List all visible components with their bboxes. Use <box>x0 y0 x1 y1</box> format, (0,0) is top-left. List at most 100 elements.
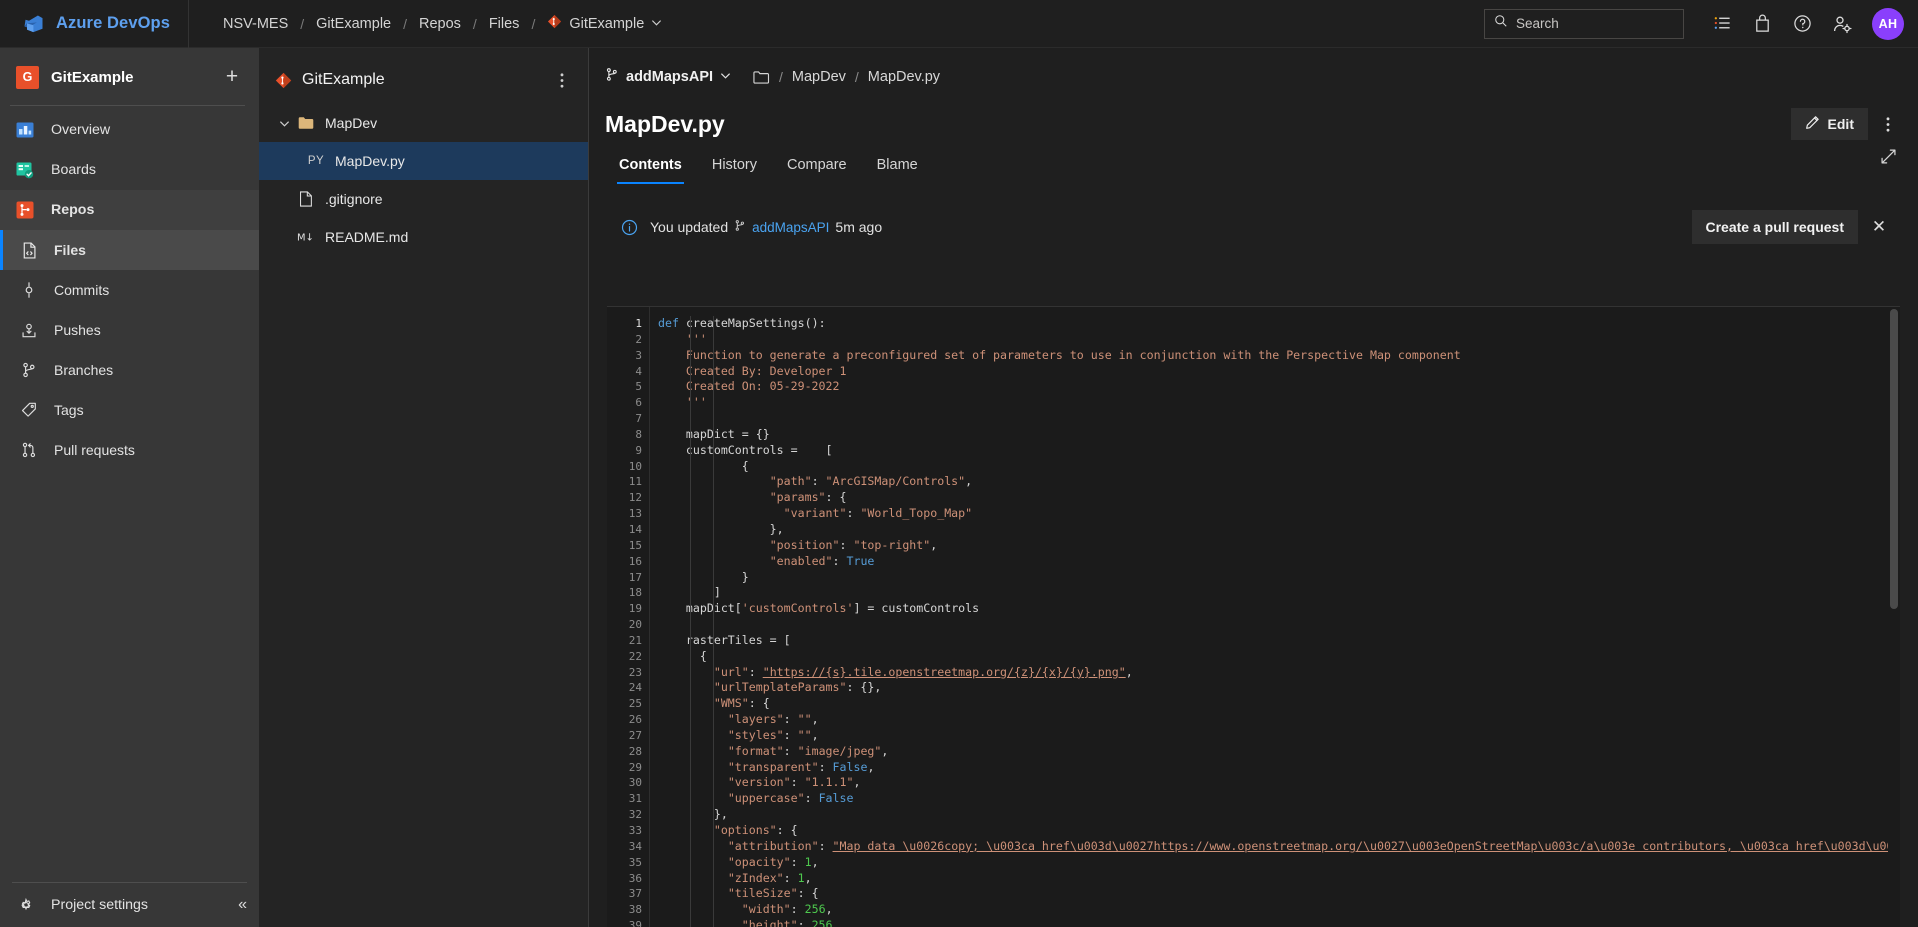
tree-item-file-mapdev-py[interactable]: PY MapDev.py <box>259 142 588 180</box>
folder-icon[interactable] <box>739 70 770 85</box>
path-crumb-mapdev-py[interactable]: MapDev.py <box>868 69 940 85</box>
add-new-button[interactable]: + <box>219 64 245 90</box>
svg-text:M↓: M↓ <box>297 233 314 244</box>
pencil-icon <box>1805 115 1820 133</box>
line-number: 17 <box>628 570 642 584</box>
branch-icon <box>734 219 746 235</box>
code-vertical-scrollbar[interactable] <box>1888 307 1900 927</box>
git-repo-icon <box>275 72 292 89</box>
breadcrumb-page-files[interactable]: Files <box>479 0 530 48</box>
line-number: 21 <box>628 633 642 647</box>
project-name[interactable]: GitExample <box>51 69 219 86</box>
sidebar-item-files[interactable]: Files <box>0 230 259 270</box>
create-pull-request-button[interactable]: Create a pull request <box>1691 210 1858 244</box>
file-actions: Edit <box>1790 108 1918 140</box>
path-separator: / <box>779 69 783 85</box>
marketplace-bag-icon[interactable] <box>1742 4 1782 44</box>
sidebar-item-pushes[interactable]: Pushes <box>0 310 259 350</box>
close-icon[interactable]: ✕ <box>1862 210 1896 244</box>
tab-contents[interactable]: Contents <box>605 149 696 184</box>
project-settings-label: Project settings <box>51 897 148 913</box>
tab-history[interactable]: History <box>698 149 771 184</box>
scrollbar-thumb[interactable] <box>1890 309 1898 609</box>
sidebar-item-commits[interactable]: Commits <box>0 270 259 310</box>
sidebar-item-label: Repos <box>51 202 95 218</box>
edit-button-label: Edit <box>1827 116 1854 132</box>
sidebar-item-tags[interactable]: Tags <box>0 390 259 430</box>
collapse-sidebar-button[interactable]: « <box>238 896 247 914</box>
notification-branch-link[interactable]: addMapsAPI <box>752 220 829 235</box>
line-number: 22 <box>628 649 642 663</box>
branch-selector[interactable]: addMapsAPI <box>597 63 739 91</box>
code-content[interactable]: def createMapSettings(): ''' Function to… <box>649 307 1900 927</box>
path-crumb-mapdev[interactable]: MapDev <box>792 69 846 85</box>
line-number: 19 <box>628 602 642 616</box>
sidebar-item-project-settings[interactable]: Project settings « <box>0 883 259 927</box>
file-path-bar: addMapsAPI / MapDev / MapDev.py <box>589 58 1918 96</box>
chevron-down-icon[interactable] <box>273 118 295 129</box>
sidebar-item-label: Overview <box>51 122 111 138</box>
project-header: G GitExample + <box>0 53 259 101</box>
line-number: 39 <box>628 919 642 927</box>
sidebar-item-boards[interactable]: Boards <box>0 150 259 190</box>
more-options-icon[interactable] <box>1872 108 1904 140</box>
commits-icon <box>16 279 42 301</box>
top-navigation-bar: Azure DevOps NSV-MES / GitExample / Repo… <box>0 0 1918 48</box>
breadcrumb-separator: / <box>472 15 477 32</box>
sidebar-item-label: Pull requests <box>54 442 135 458</box>
help-question-icon[interactable] <box>1782 4 1822 44</box>
tab-compare[interactable]: Compare <box>773 149 861 184</box>
sidebar-item-pull-requests[interactable]: Pull requests <box>0 430 259 470</box>
file-view-tabs: Contents History Compare Blame <box>589 142 1918 184</box>
tab-blame[interactable]: Blame <box>863 149 932 184</box>
line-number: 26 <box>628 713 642 727</box>
backlog-list-icon[interactable] <box>1702 4 1742 44</box>
line-number: 20 <box>628 618 642 632</box>
branch-icon <box>605 67 619 87</box>
sidebar-item-overview[interactable]: Overview <box>0 110 259 150</box>
line-number: 33 <box>628 824 642 837</box>
breadcrumb-hub-repos[interactable]: Repos <box>409 0 471 48</box>
code-text[interactable]: def createMapSettings(): ''' Function to… <box>650 316 1900 927</box>
sidebar-item-label: Boards <box>51 162 96 178</box>
tree-item-label: .gitignore <box>325 191 383 207</box>
tree-item-file-readme-md[interactable]: M↓ README.md <box>259 218 588 256</box>
line-number: 7 <box>635 412 642 426</box>
update-notification-bar: You updated addMapsAPI 5m ago Create a p… <box>607 202 1900 252</box>
file-tree-repo-name[interactable]: GitExample <box>302 71 548 89</box>
edit-button[interactable]: Edit <box>1790 108 1868 140</box>
code-viewer: 1 2 3 4 5 6 7 8 9 10 11 12 13 14 15 16 17 18 19 20 21 22 23 24 2… <box>607 306 1900 927</box>
azure-devops-brand-text: Azure DevOps <box>56 14 170 32</box>
python-file-icon: PY <box>307 155 325 167</box>
tab-label: Compare <box>786 157 847 173</box>
azure-devops-brand[interactable]: Azure DevOps <box>0 0 188 48</box>
tree-item-folder-mapdev[interactable]: MapDev <box>259 104 588 142</box>
breadcrumb-project[interactable]: GitExample <box>306 0 401 48</box>
line-number: 1 <box>635 317 642 330</box>
user-settings-icon[interactable] <box>1822 4 1862 44</box>
avatar[interactable]: AH <box>1872 7 1904 40</box>
breadcrumb-separator: / <box>531 15 536 32</box>
line-number: 16 <box>628 554 642 568</box>
line-number: 12 <box>628 491 642 505</box>
file-tree-header: GitExample <box>259 56 588 104</box>
line-number: 13 <box>628 507 642 521</box>
expand-diagonal-icon[interactable] <box>1872 140 1904 172</box>
line-number: 6 <box>635 396 642 410</box>
tree-item-file-gitignore[interactable]: .gitignore <box>259 180 588 218</box>
more-options-icon[interactable] <box>548 66 576 94</box>
breadcrumb-org[interactable]: NSV-MES <box>213 0 298 48</box>
line-number: 37 <box>628 887 642 901</box>
nav-divider <box>10 105 245 106</box>
line-number: 32 <box>628 808 642 822</box>
tags-icon <box>16 399 42 421</box>
global-search[interactable] <box>1484 8 1684 39</box>
line-number: 11 <box>628 475 642 489</box>
fullscreen-toggle[interactable] <box>1872 140 1904 172</box>
search-input[interactable] <box>1516 16 1674 31</box>
repository-selector[interactable]: GitExample <box>537 14 668 34</box>
boards-icon <box>12 159 38 181</box>
sidebar-item-repos[interactable]: Repos <box>0 190 259 230</box>
sidebar-item-branches[interactable]: Branches <box>0 350 259 390</box>
